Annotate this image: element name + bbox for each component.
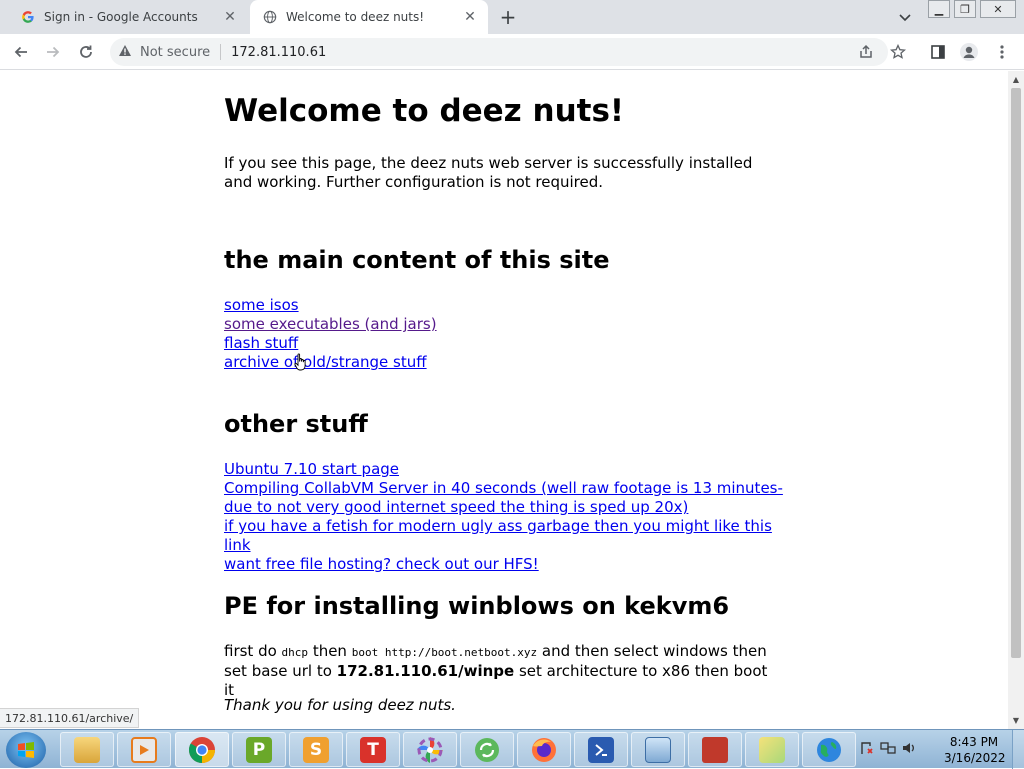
system-tray [860, 734, 916, 764]
taskbar-media-player[interactable] [117, 732, 171, 767]
share-icon[interactable] [854, 40, 878, 64]
taskbar-chrome[interactable] [175, 732, 229, 767]
link-ubuntu-start-page[interactable]: Ubuntu 7.10 start page [224, 460, 784, 479]
network-icon[interactable] [880, 741, 896, 758]
address-bar[interactable]: Not secure 172.81.110.61 [110, 38, 888, 66]
s-app-icon: S [303, 736, 329, 763]
close-tab-icon[interactable]: ✕ [462, 9, 478, 25]
status-url-bubble: 172.81.110.61/archive/ [0, 708, 140, 728]
scrollbar-thumb[interactable] [1011, 88, 1021, 658]
new-tab-button[interactable]: + [496, 5, 520, 29]
taskbar-pinwheel-app[interactable] [403, 732, 457, 767]
tab-search-chevron-icon[interactable] [895, 8, 915, 28]
pe-heading: PE for installing winblows on kekvm6 [224, 592, 730, 620]
taskbar-t-app[interactable]: T [346, 732, 400, 767]
close-window-button[interactable]: ✕ [980, 0, 1016, 18]
media-player-icon [131, 736, 157, 763]
page-title: Welcome to deez nuts! [224, 93, 625, 129]
profile-avatar-icon[interactable] [957, 40, 981, 64]
link-flash-stuff[interactable]: flash stuff [224, 334, 437, 353]
link-some-executables[interactable]: some executables (and jars) [224, 315, 437, 334]
main-links-list: some isos some executables (and jars) fl… [224, 296, 437, 372]
vertical-scrollbar[interactable]: ▲ ▼ [1008, 71, 1024, 729]
p-app-icon: P [246, 736, 272, 763]
pe-text: first do [224, 642, 282, 660]
windows-taskbar: P S T 8:43 PM 3/16/2022 [0, 729, 1024, 769]
other-stuff-heading: other stuff [224, 410, 368, 438]
back-arrow-icon[interactable] [9, 40, 33, 64]
other-links-list: Ubuntu 7.10 start page Compiling CollabV… [224, 460, 784, 574]
link-modern-garbage[interactable]: if you have a fetish for modern ugly ass… [224, 517, 784, 555]
tab-strip: Sign in - Google Accounts ✕ Welcome to d… [0, 0, 1024, 34]
pe-text: then [308, 642, 352, 660]
clock-date: 3/16/2022 [944, 751, 1006, 765]
url-text[interactable]: 172.81.110.61 [231, 45, 326, 60]
globe-icon [262, 9, 278, 25]
page-viewport: Welcome to deez nuts! If you see this pa… [0, 71, 1008, 729]
powershell-icon [588, 736, 614, 763]
toolbox-icon [702, 736, 728, 763]
menu-dots-icon[interactable] [990, 40, 1014, 64]
windows-logo-icon [18, 742, 34, 758]
action-center-icon[interactable] [860, 741, 874, 758]
browser-toolbar: Not secure 172.81.110.61 [0, 34, 1024, 70]
volume-icon[interactable] [902, 741, 916, 758]
control-panel-icon [645, 736, 671, 763]
footer-thanks: Thank you for using deez nuts. [224, 696, 456, 714]
base-url-bold: 172.81.110.61/winpe [336, 662, 515, 680]
file-explorer-icon [74, 736, 100, 763]
tab-title: Welcome to deez nuts! [286, 10, 425, 24]
tab-title: Sign in - Google Accounts [44, 10, 198, 24]
link-hfs[interactable]: want free file hosting? check out our HF… [224, 555, 784, 574]
minimize-button[interactable]: ▁ [928, 0, 950, 18]
scroll-down-arrow-icon[interactable]: ▼ [1008, 713, 1024, 727]
taskbar-toolbox[interactable] [688, 732, 742, 767]
taskbar-p-app[interactable]: P [232, 732, 286, 767]
restore-button[interactable]: ❐ [954, 0, 976, 18]
t-app-icon: T [360, 736, 386, 763]
main-content-heading: the main content of this site [224, 246, 610, 274]
separator [220, 44, 222, 60]
tab-google-signin[interactable]: Sign in - Google Accounts ✕ [8, 0, 248, 34]
clock-time: 8:43 PM [949, 735, 999, 749]
hand-cursor-icon [294, 353, 306, 371]
folders-icon [759, 736, 785, 763]
taskbar-control-panel[interactable] [631, 732, 685, 767]
reload-icon[interactable] [74, 40, 98, 64]
show-desktop-button[interactable] [1012, 730, 1024, 769]
link-compiling-collabvm[interactable]: Compiling CollabVM Server in 40 seconds … [224, 479, 784, 517]
taskbar-clock[interactable]: 8:43 PM 3/16/2022 [944, 734, 1006, 766]
taskbar-powershell[interactable] [574, 732, 628, 767]
globe-icon [817, 737, 841, 762]
pe-instructions: first do dhcp then boot http://boot.netb… [224, 642, 772, 700]
bookmark-star-icon[interactable] [886, 40, 910, 64]
google-icon [20, 9, 36, 25]
sync-icon [475, 737, 499, 762]
start-button[interactable] [6, 732, 46, 768]
taskbar-globe[interactable] [802, 732, 856, 767]
taskbar-file-explorer[interactable] [60, 732, 114, 767]
intro-text: If you see this page, the deez nuts web … [224, 154, 753, 191]
warning-triangle-icon[interactable] [118, 44, 132, 61]
taskbar-sync-app[interactable] [460, 732, 514, 767]
scroll-up-arrow-icon[interactable]: ▲ [1008, 72, 1024, 86]
pinwheel-icon [417, 736, 443, 763]
firefox-icon [532, 737, 556, 762]
taskbar-folders[interactable] [745, 732, 799, 767]
link-some-isos[interactable]: some isos [224, 296, 437, 315]
boot-command-code: boot http://boot.netboot.xyz [351, 646, 538, 659]
taskbar-s-app[interactable]: S [289, 732, 343, 767]
tab-deez-nuts[interactable]: Welcome to deez nuts! ✕ [250, 0, 488, 34]
link-archive[interactable]: archive of old/strange stuff [224, 353, 437, 372]
chrome-icon [188, 736, 215, 763]
close-tab-icon[interactable]: ✕ [222, 9, 238, 25]
forward-arrow-icon[interactable] [41, 40, 65, 64]
taskbar-firefox[interactable] [517, 732, 571, 767]
dhcp-code: dhcp [281, 646, 309, 659]
not-secure-label[interactable]: Not secure [140, 45, 210, 60]
side-panel-icon[interactable] [926, 40, 950, 64]
